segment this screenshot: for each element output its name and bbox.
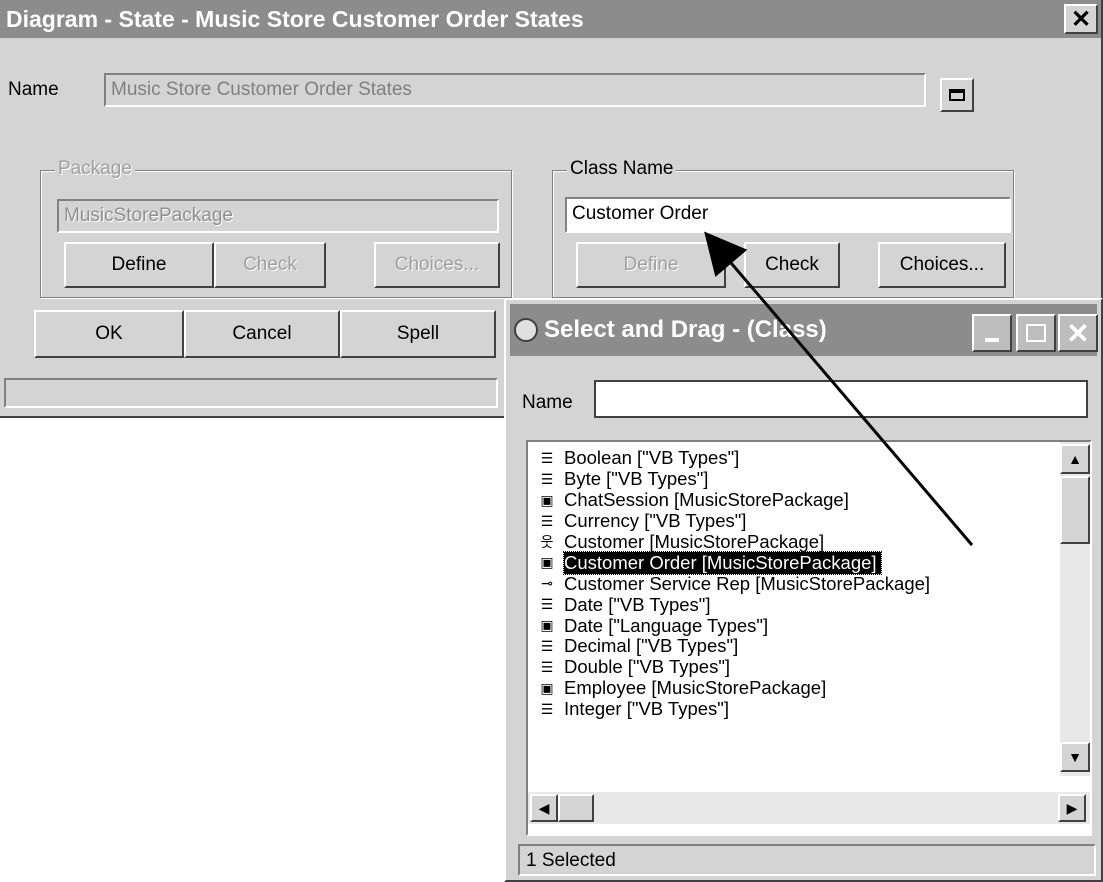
- package-field: MusicStorePackage: [57, 199, 499, 233]
- class-check-label: Check: [765, 254, 819, 275]
- diagram-name-field[interactable]: Music Store Customer Order States: [104, 73, 926, 107]
- list-item-label: Employee [MusicStorePackage]: [564, 677, 827, 699]
- class-list: ☰ Boolean ["VB Types"] ☰ Byte ["VB Types"] ▣…: [532, 448, 1054, 774]
- list-item-label: ChatSession [MusicStorePackage]: [564, 489, 849, 511]
- scroll-down-button[interactable]: ▼: [1060, 742, 1090, 772]
- horizontal-scrollbar[interactable]: ◀ ▶: [528, 792, 1090, 824]
- actor-icon: 웃: [540, 534, 554, 550]
- list-item-label: Currency ["VB Types"]: [564, 510, 747, 532]
- drag-window-title: Select and Drag - (Class): [544, 316, 827, 343]
- app-icon: [514, 318, 538, 342]
- type-icon: ☰: [540, 658, 554, 675]
- list-item[interactable]: ☰ Byte ["VB Types"]: [532, 468, 1054, 490]
- list-item[interactable]: ☰ Double ["VB Types"]: [532, 656, 1054, 678]
- list-items: ☰ Boolean ["VB Types"] ☰ Byte ["VB Types"] ▣…: [532, 448, 1054, 720]
- package-define-label: Define: [111, 254, 167, 275]
- spell-button[interactable]: Spell: [340, 310, 496, 358]
- list-item[interactable]: ☰ Integer ["VB Types"]: [532, 698, 1054, 720]
- class-name-field[interactable]: Customer Order: [565, 197, 1011, 233]
- type-icon: ☰: [540, 700, 554, 717]
- select-and-drag-dialog: Select and Drag - (Class) ✕ Name ☰ Boolea…: [504, 298, 1103, 882]
- class-name-group-label: Class Name: [567, 158, 677, 180]
- list-item[interactable]: ▣ Customer Order [MusicStorePackage]: [532, 550, 1054, 575]
- cancel-label: Cancel: [232, 323, 292, 344]
- name-label: Name: [8, 79, 59, 100]
- close-icon: ✕: [1066, 317, 1090, 349]
- type-icon: ☰: [540, 512, 554, 529]
- class-icon: ▣: [540, 679, 554, 696]
- vertical-scrollbar[interactable]: ▲ ▼: [1060, 442, 1090, 776]
- maximize-field-button[interactable]: [940, 78, 974, 112]
- list-item[interactable]: ☰ Date ["VB Types"]: [532, 594, 1054, 615]
- package-check-button[interactable]: Check: [214, 242, 326, 288]
- list-item-label: Customer Service Rep [MusicStorePackage]: [564, 572, 931, 594]
- package-choices-label: Choices...: [394, 254, 480, 275]
- list-item-label: Boolean ["VB Types"]: [564, 448, 740, 469]
- type-icon: ☰: [540, 449, 554, 466]
- class-icon: ▣: [540, 617, 554, 634]
- title-bar: Diagram - State - Music Store Customer O…: [0, 0, 1101, 38]
- class-choices-label: Choices...: [899, 254, 985, 275]
- drag-name-input[interactable]: [594, 380, 1088, 418]
- class-choices-button[interactable]: Choices...: [878, 242, 1006, 288]
- class-define-label: Define: [623, 254, 679, 275]
- spell-label: Spell: [396, 323, 440, 344]
- ok-button[interactable]: OK: [34, 310, 184, 358]
- type-icon: ☰: [540, 470, 554, 487]
- selection-status: 1 Selected: [526, 850, 616, 871]
- scroll-up-button[interactable]: ▲: [1060, 444, 1090, 474]
- arrow-left-icon: ◀: [538, 799, 550, 816]
- class-check-button[interactable]: Check: [744, 242, 840, 288]
- list-item-label: Integer ["VB Types"]: [564, 698, 729, 720]
- arrow-right-icon: ▶: [1066, 799, 1078, 816]
- list-item-label: Byte ["VB Types"]: [564, 468, 709, 490]
- list-item[interactable]: ▣ ChatSession [MusicStorePackage]: [532, 489, 1054, 511]
- type-icon: ☰: [540, 596, 554, 613]
- list-item[interactable]: ▣ Employee [MusicStorePackage]: [532, 677, 1054, 699]
- package-group-label: Package: [55, 158, 135, 180]
- type-icon: ☰: [540, 637, 554, 654]
- window-title: Diagram - State - Music Store Customer O…: [6, 5, 584, 32]
- list-item-label: Customer [MusicStorePackage]: [564, 531, 825, 553]
- package-choices-button[interactable]: Choices...: [374, 242, 500, 288]
- class-icon: ▣: [540, 554, 554, 571]
- list-item[interactable]: ☰ Decimal ["VB Types"]: [532, 635, 1054, 657]
- close-icon: ✕: [1070, 5, 1092, 33]
- cancel-button[interactable]: Cancel: [184, 310, 340, 358]
- maximize-icon: [1026, 324, 1046, 342]
- list-item-label: Date ["Language Types"]: [564, 614, 769, 636]
- list-item-label: Customer Order [MusicStorePackage]: [563, 550, 882, 575]
- drag-status-bar: 1 Selected: [518, 844, 1096, 876]
- drag-close-button[interactable]: ✕: [1058, 314, 1098, 352]
- close-button[interactable]: ✕: [1064, 4, 1098, 34]
- list-item[interactable]: ☰ Boolean ["VB Types"]: [532, 448, 1054, 469]
- package-define-button[interactable]: Define: [64, 242, 214, 288]
- status-bar: [4, 378, 498, 408]
- list-item-label: Double ["VB Types"]: [564, 656, 731, 678]
- list-item-label: Decimal ["VB Types"]: [564, 635, 739, 657]
- arrow-down-icon: ▼: [1068, 749, 1082, 765]
- minimize-icon: [985, 338, 999, 342]
- list-item[interactable]: ▣ Date ["Language Types"]: [532, 615, 1054, 636]
- drag-name-label: Name: [522, 392, 573, 413]
- scroll-thumb[interactable]: [1060, 476, 1090, 544]
- list-item[interactable]: 웃 Customer [MusicStorePackage]: [532, 531, 1054, 553]
- arrow-up-icon: ▲: [1068, 451, 1082, 467]
- interface-icon: ⊸: [541, 575, 553, 592]
- ok-label: OK: [95, 323, 123, 344]
- scroll-left-button[interactable]: ◀: [530, 794, 558, 822]
- list-item[interactable]: ⊸ Customer Service Rep [MusicStorePackage…: [532, 573, 1054, 594]
- maximize-button[interactable]: [1016, 314, 1056, 352]
- class-define-button[interactable]: Define: [576, 242, 726, 288]
- horizontal-scroll-thumb[interactable]: [558, 794, 594, 822]
- class-icon: ▣: [540, 491, 554, 508]
- package-check-label: Check: [243, 254, 297, 275]
- window-icon: [949, 89, 965, 101]
- class-list-box: ☰ Boolean ["VB Types"] ☰ Byte ["VB Types"] ▣…: [526, 440, 1092, 836]
- list-item[interactable]: ☰ Currency ["VB Types"]: [532, 510, 1054, 532]
- list-item-label: Date ["VB Types"]: [564, 593, 711, 615]
- minimize-button[interactable]: [972, 314, 1012, 352]
- scroll-right-button[interactable]: ▶: [1058, 794, 1086, 822]
